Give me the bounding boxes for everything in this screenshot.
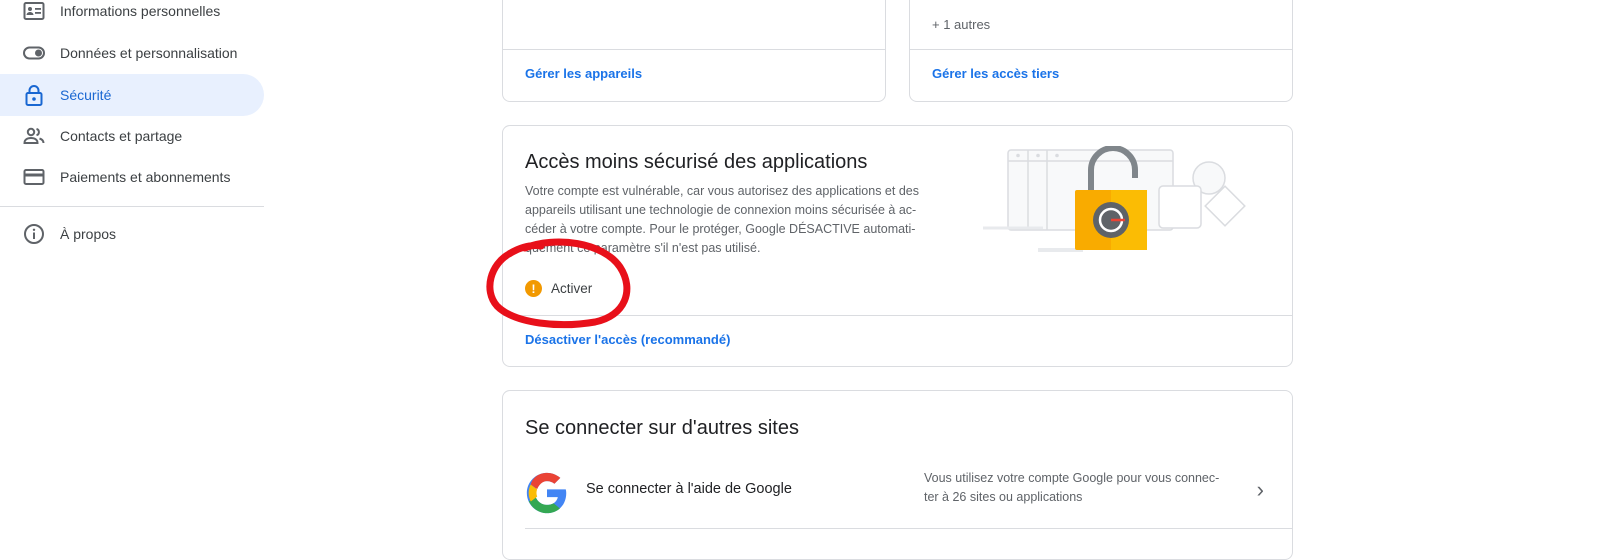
chevron-right-icon: ›	[1256, 477, 1264, 502]
other-sites-card: Se connecter sur d'autres sites Se conne…	[502, 390, 1293, 560]
sidebar-item-about[interactable]: À propos	[0, 213, 264, 255]
unlocked-padlock-illustration	[983, 146, 1246, 252]
sidebar-item-personal-info[interactable]: Informations personnelles	[0, 0, 264, 32]
sidebar-item-label: Contacts et partage	[60, 128, 183, 144]
card-divider	[525, 528, 1292, 529]
desc-line: Vous utilisez votre compte Google pour v…	[924, 471, 1220, 485]
people-icon	[22, 124, 46, 148]
disable-access-link[interactable]: Désactiver l'accès (recommandé)	[525, 332, 730, 347]
more-count: + 1 autres	[932, 17, 991, 32]
sidebar-item-label: Informations personnelles	[60, 3, 221, 19]
lock-icon	[22, 83, 46, 107]
person-card-icon	[22, 0, 46, 23]
credit-card-icon	[22, 165, 46, 189]
google-logo-icon	[526, 472, 567, 514]
sidebar-item-label: Données et personnalisation	[60, 45, 238, 61]
card-title: Accès moins sécurisé des applications	[525, 151, 868, 173]
sidebar-item-contacts[interactable]: Contacts et partage	[0, 115, 264, 157]
sidebar-item-payments[interactable]: Paiements et abonnements	[0, 156, 264, 198]
card-divider	[503, 49, 885, 50]
desc-line: Votre compte est vulnérable, car vous au…	[525, 184, 919, 198]
devices-card: Gérer les appareils	[502, 0, 886, 102]
info-icon	[22, 222, 46, 246]
sign-in-with-google-row[interactable]: Se connecter à l'aide de Google Vous uti…	[525, 459, 1292, 527]
sidebar-item-label: Sécurité	[60, 87, 112, 103]
card-divider	[910, 49, 1292, 50]
manage-third-party-link[interactable]: Gérer les accès tiers	[932, 66, 1059, 81]
sidebar: Informations personnelles Données et per…	[0, 0, 264, 540]
sidebar-item-data-personalization[interactable]: Données et personnalisation	[0, 32, 264, 74]
sidebar-item-label: Paiements et abonnements	[60, 169, 231, 185]
desc-line: ter à 26 sites ou applications	[924, 490, 1083, 504]
sidebar-item-security[interactable]: Sécurité	[0, 74, 264, 116]
desc-line: appareils utilisant une technologie de c…	[525, 203, 917, 217]
sign-in-with-google-label: Se connecter à l'aide de Google	[586, 481, 792, 497]
card-title: Se connecter sur d'autres sites	[525, 417, 799, 439]
sidebar-item-label: À propos	[60, 226, 117, 242]
sidebar-divider	[0, 206, 264, 207]
third-party-access-card: + 1 autres Gérer les accès tiers	[909, 0, 1293, 102]
red-annotation-circle	[486, 238, 631, 329]
manage-devices-link[interactable]: Gérer les appareils	[525, 66, 642, 81]
sign-in-with-google-description: Vous utilisez votre compte Google pour v…	[924, 469, 1254, 507]
toggle-icon	[22, 41, 46, 65]
